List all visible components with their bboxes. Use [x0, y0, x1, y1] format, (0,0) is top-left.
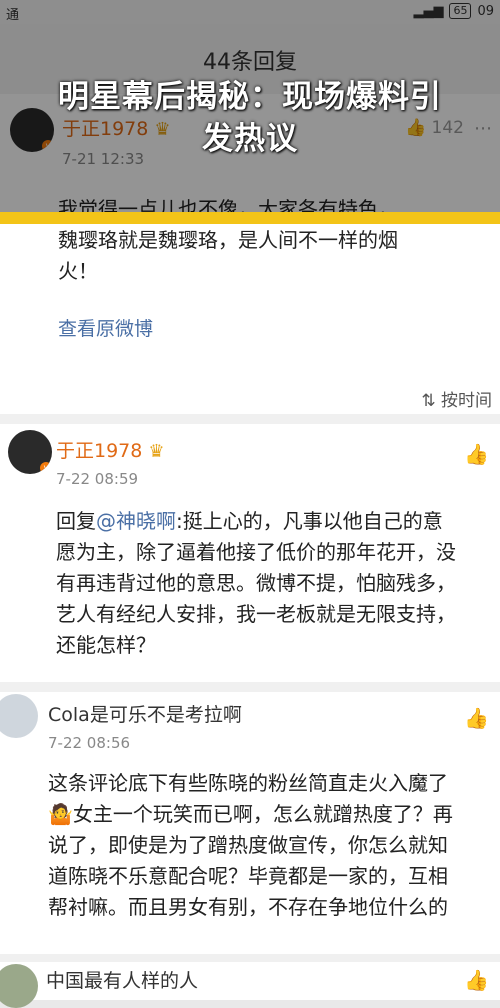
comment-text: 回复@神晓啊:挺上心的，凡事以他自己的意 愿为主，除了逼着他接了低价的那年花开，… — [56, 506, 496, 661]
crown-icon: ♛ — [148, 441, 165, 462]
avatar[interactable]: v — [8, 430, 52, 474]
comment-card: Cola是可乐不是考拉啊 7-22 08:56 👍 这条评论底下有些陈晓的粉丝简… — [0, 692, 500, 954]
comment-line: 愿为主，除了逼着他接了低价的那年花开，没 — [56, 540, 456, 564]
sort-icon: ⇅ — [421, 391, 436, 411]
username[interactable]: 于正1978 ♛ — [56, 436, 165, 463]
view-original-link[interactable]: 查看原微博 — [58, 314, 153, 341]
headline-line: 明星幕后揭秘：现场爆料引 — [58, 79, 442, 115]
username-text: 于正1978 — [56, 440, 143, 462]
username[interactable]: Cola是可乐不是考拉啊 — [48, 700, 242, 727]
emoji-icon: 🤷 — [48, 802, 73, 826]
comment-line: 🤷女主一个玩笑而已啊，怎么就蹭热度了？再 — [48, 799, 498, 830]
comment-line-text: 女主一个玩笑而已啊，怎么就蹭热度了？再 — [72, 802, 453, 826]
comment-time: 7-22 08:59 — [56, 470, 139, 488]
verified-icon: v — [40, 462, 52, 474]
post-text-line: 魏璎珞就是魏璎珞，是人间不一样的烟 — [58, 228, 398, 252]
post-text-line: 火！ — [58, 259, 98, 283]
accent-bar — [0, 212, 500, 224]
username[interactable]: 中国最有人样的人 — [46, 966, 198, 993]
comment-line: 还能怎样？ — [56, 633, 156, 657]
comment-line-rest: :挺上心的，凡事以他自己的意 — [176, 509, 443, 533]
comment-line: 这条评论底下有些陈晓的粉丝简直走火入魔了 — [48, 771, 448, 795]
sort-button[interactable]: ⇅ 按时间 — [421, 386, 492, 411]
separator — [0, 682, 500, 692]
thumbs-up-icon[interactable]: 👍 — [464, 968, 490, 992]
comment-card: 中国最有人样的人 👍 — [0, 962, 500, 1008]
comment-line: 道陈晓不乐意配合呢？毕竟都是一家的，互相 — [48, 864, 448, 888]
comment-time: 7-22 08:56 — [48, 734, 131, 752]
avatar[interactable] — [0, 964, 38, 1008]
comment-card: v 于正1978 ♛ 7-22 08:59 👍 回复@神晓啊:挺上心的，凡事以他自… — [0, 424, 500, 682]
separator — [0, 414, 500, 424]
sort-label: 按时间 — [441, 391, 492, 411]
mention-link[interactable]: @神晓啊 — [96, 509, 176, 533]
headline: 明星幕后揭秘：现场爆料引 发热议 — [0, 76, 500, 160]
thumbs-up-icon[interactable]: 👍 — [464, 706, 490, 730]
thumbs-up-icon[interactable]: 👍 — [464, 442, 490, 466]
comment-line: 说了，即使是为了蹭热度做宣传，你怎么就知 — [48, 833, 448, 857]
reply-prefix: 回复 — [56, 509, 96, 533]
comment-text: 这条评论底下有些陈晓的粉丝简直走火入魔了 🤷女主一个玩笑而已啊，怎么就蹭热度了？… — [48, 768, 498, 923]
comment-line: 有再违背过他的意思。微博不提，怕脑残多， — [56, 571, 456, 595]
comment-line: 回复@神晓啊:挺上心的，凡事以他自己的意 — [56, 506, 496, 537]
headline-line: 发热议 — [202, 121, 298, 157]
comment-line: 帮衬嘛。而且男女有别，不存在争地位什么的 — [48, 895, 448, 919]
avatar[interactable] — [0, 694, 38, 738]
comment-line: 艺人有经纪人安排，我一老板就是无限支持， — [56, 602, 456, 626]
